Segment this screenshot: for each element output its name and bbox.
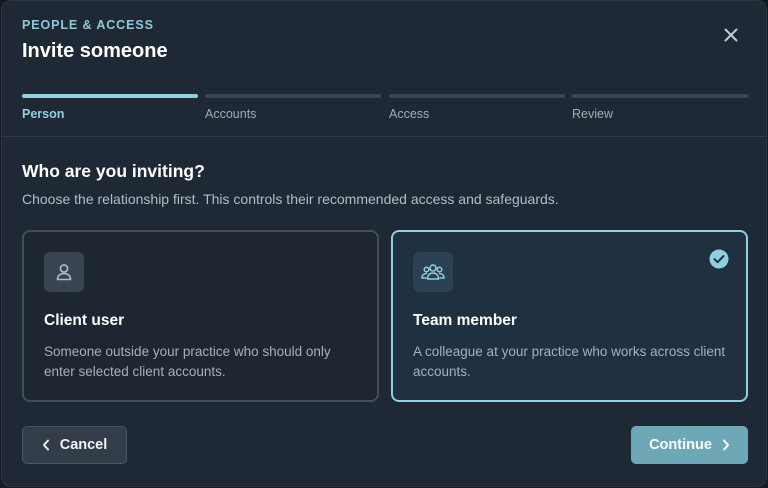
dialog-title: Invite someone — [22, 40, 168, 62]
cancel-button[interactable]: Cancel — [22, 426, 127, 464]
invite-dialog: PEOPLE & ACCESS Invite someone Person Ac… — [1, 0, 767, 487]
step-access: Access — [389, 94, 565, 121]
chevron-left-icon — [42, 439, 49, 451]
option-title: Team member — [413, 312, 517, 329]
step-review: Review — [572, 94, 748, 121]
step-progress-bar — [205, 94, 381, 98]
option-title: Client user — [44, 312, 125, 329]
section-heading: Who are you inviting? — [22, 161, 205, 181]
step-progress-bar — [22, 94, 198, 98]
step-accounts: Accounts — [205, 94, 381, 121]
team-icon-tile — [413, 252, 453, 292]
step-progress-bar — [389, 94, 565, 98]
step-label: Review — [572, 107, 613, 121]
stepper: Person Accounts Access Review — [22, 94, 748, 124]
person-icon-tile — [44, 252, 84, 292]
step-progress-bar — [572, 94, 748, 98]
person-icon — [56, 264, 72, 281]
dialog-eyebrow: PEOPLE & ACCESS — [22, 18, 154, 32]
option-team-member[interactable]: Team member A colleague at your practice… — [391, 230, 748, 402]
option-description: Someone outside your practice who should… — [44, 344, 331, 379]
check-circle-icon — [709, 249, 729, 269]
option-description: A colleague at your practice who works a… — [413, 344, 726, 379]
close-button[interactable] — [718, 22, 744, 48]
continue-button-label: Continue — [649, 437, 712, 453]
close-icon — [724, 28, 738, 42]
step-person: Person — [22, 94, 198, 121]
section-helper-text: Choose the relationship first. This cont… — [22, 191, 559, 207]
team-icon — [421, 264, 445, 280]
step-label: Accounts — [205, 107, 257, 121]
step-label: Person — [22, 107, 65, 121]
step-label: Access — [389, 107, 430, 121]
cancel-button-label: Cancel — [59, 437, 108, 453]
header-divider — [2, 136, 766, 137]
chevron-right-icon — [722, 439, 729, 451]
continue-button[interactable]: Continue — [631, 426, 748, 464]
option-client-user[interactable]: Client user Someone outside your practic… — [22, 230, 379, 402]
